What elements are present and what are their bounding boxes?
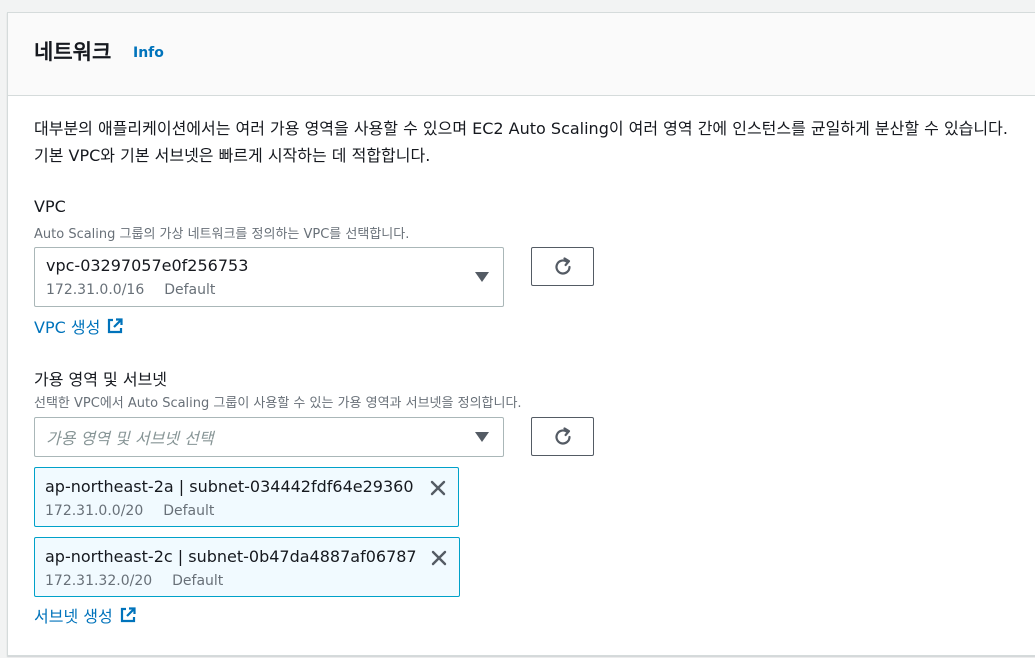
subnets-hint: 선택한 VPC에서 Auto Scaling 그룹이 사용할 수 있는 가용 영…: [34, 396, 522, 411]
subnet-token-tag: Default: [172, 573, 224, 589]
subnet-token-meta: 172.31.0.0/20 Default: [45, 503, 214, 519]
panel-header: 네트워크 Info: [8, 13, 1035, 96]
vpc-selected-id: vpc-03297057e0f256753: [46, 256, 249, 275]
create-subnet-link[interactable]: 서브넷 생성: [34, 603, 137, 627]
subnets-label: 가용 영역 및 서브넷: [34, 370, 168, 389]
subnet-token-meta: 172.31.32.0/20 Default: [45, 573, 223, 589]
network-panel: 네트워크 Info 대부분의 애플리케이션에서는 여러 가용 영역을 사용할 수…: [7, 12, 1035, 656]
vpc-tag: Default: [164, 282, 216, 298]
vpc-refresh-button[interactable]: [531, 247, 594, 286]
refresh-icon: [555, 257, 571, 275]
create-subnet-link-label: 서브넷 생성: [34, 607, 113, 626]
create-vpc-link-label: VPC 생성: [34, 318, 101, 337]
caret-down-icon: [475, 272, 489, 282]
vpc-hint: Auto Scaling 그룹의 가상 네트워크를 정의하는 VPC를 선택합니…: [34, 227, 410, 242]
close-icon[interactable]: [428, 478, 448, 498]
subnet-token-cidr: 172.31.0.0/20: [45, 503, 144, 519]
info-link[interactable]: Info: [133, 45, 164, 61]
close-icon[interactable]: [429, 548, 449, 568]
subnet-token-name: ap-northeast-2c | subnet-0b47da4887af067…: [45, 547, 417, 566]
refresh-icon: [555, 427, 571, 445]
subnet-token-name: ap-northeast-2a | subnet-034442fdf64e293…: [45, 477, 414, 496]
vpc-cidr: 172.31.0.0/16: [46, 282, 145, 298]
external-link-icon: [120, 607, 136, 623]
vpc-label: VPC: [34, 197, 66, 216]
subnet-token-cidr: 172.31.32.0/20: [45, 573, 153, 589]
panel-title: 네트워크: [34, 40, 112, 64]
vpc-select[interactable]: vpc-03297057e0f256753 172.31.0.0/16 Defau…: [34, 247, 504, 307]
vpc-selected-meta: 172.31.0.0/16 Default: [46, 282, 215, 298]
subnet-token-tag: Default: [163, 503, 215, 519]
subnet-token: ap-northeast-2c | subnet-0b47da4887af067…: [34, 537, 460, 597]
subnets-select[interactable]: 가용 영역 및 서브넷 선택: [34, 417, 504, 457]
caret-down-icon: [475, 432, 489, 442]
external-link-icon: [108, 318, 123, 334]
subnets-placeholder: 가용 영역 및 서브넷 선택: [46, 429, 214, 448]
create-vpc-link[interactable]: VPC 생성: [34, 314, 124, 338]
subnet-token: ap-northeast-2a | subnet-034442fdf64e293…: [34, 467, 459, 527]
subnets-refresh-button[interactable]: [531, 417, 594, 456]
description-text: 대부분의 애플리케이션에서는 여러 가용 영역을 사용할 수 있으며 EC2 A…: [34, 119, 1008, 165]
